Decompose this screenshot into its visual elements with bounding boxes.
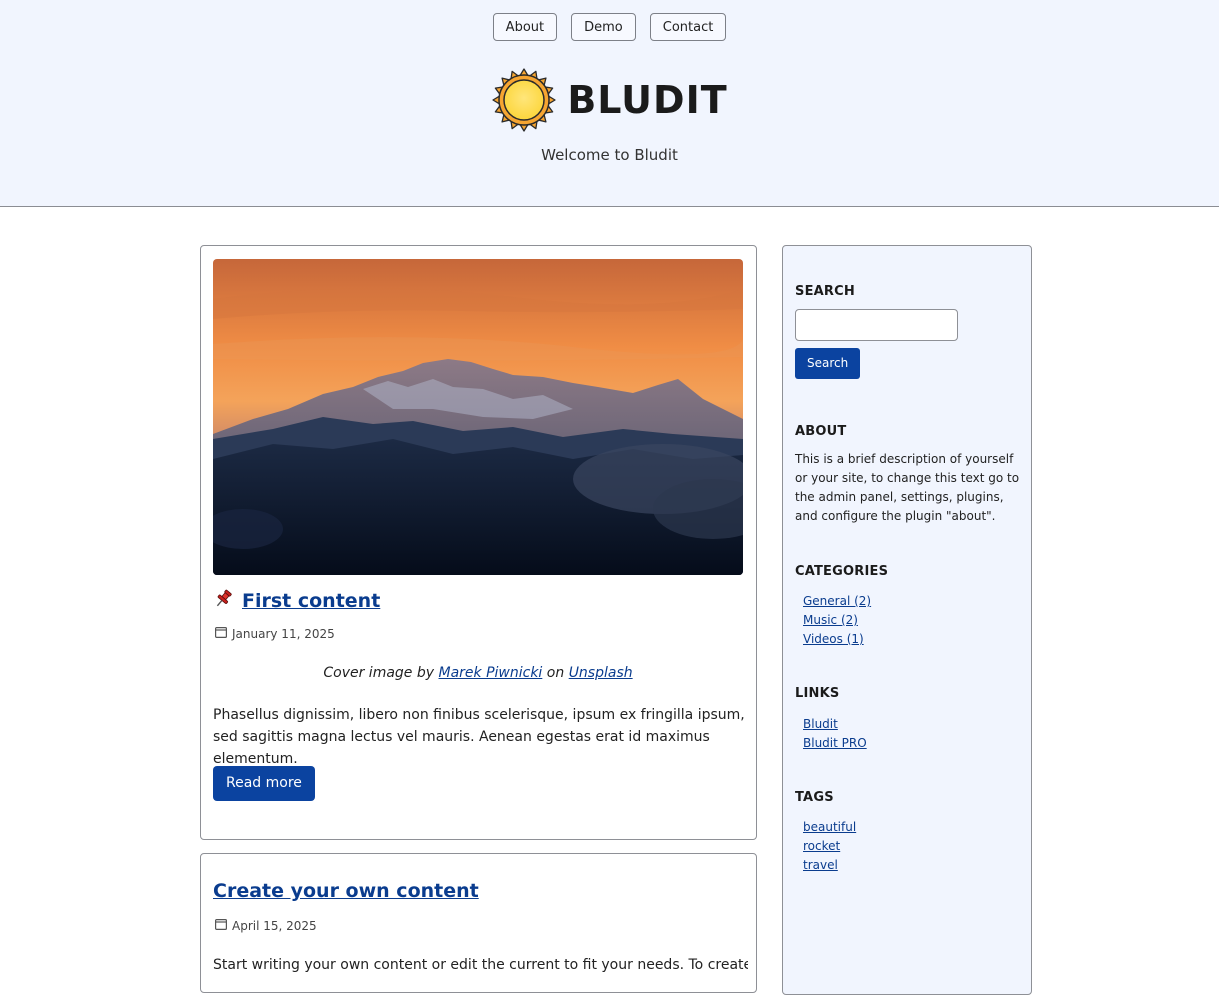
category-link-music[interactable]: Music (2) xyxy=(803,613,858,627)
cover-caption: Cover image by Marek Piwnicki on Unsplas… xyxy=(213,665,743,681)
about-heading: ABOUT xyxy=(795,424,847,439)
post-excerpt: Phasellus dignissim, libero non finibus … xyxy=(213,707,745,767)
post-title-row: First content xyxy=(213,588,380,613)
site-tagline: Welcome to Bludit xyxy=(541,146,678,164)
post-title-link[interactable]: Create your own content xyxy=(213,880,479,902)
list-item: Bludit PRO xyxy=(803,734,867,753)
list-item: travel xyxy=(803,856,856,875)
tag-link-beautiful[interactable]: beautiful xyxy=(803,820,856,834)
cover-image[interactable] xyxy=(213,259,743,575)
list-item: Videos (1) xyxy=(803,630,871,649)
top-nav: About Demo Contact xyxy=(0,13,1219,41)
post-date-text: January 11, 2025 xyxy=(232,626,335,641)
list-item: Bludit xyxy=(803,715,867,734)
post-card: Create your own content April 15, 2025 S… xyxy=(200,853,757,993)
nav-demo-button[interactable]: Demo xyxy=(571,13,636,41)
tags-list: beautiful rocket travel xyxy=(803,818,856,875)
nav-contact-button[interactable]: Contact xyxy=(649,13,727,41)
site-header: About Demo Contact BLUDIT Welcome to Blu… xyxy=(0,0,1219,207)
sun-icon xyxy=(491,67,557,133)
search-button[interactable]: Search xyxy=(795,348,861,379)
post-excerpt: Start writing your own content or edit t… xyxy=(213,957,748,973)
pin-icon xyxy=(213,588,234,613)
list-item: beautiful xyxy=(803,818,856,837)
post-title-row: Create your own content xyxy=(213,880,479,902)
tag-link-travel[interactable]: travel xyxy=(803,858,838,872)
list-item: General (2) xyxy=(803,592,871,611)
category-link-videos[interactable]: Videos (1) xyxy=(803,632,864,646)
categories-list: General (2) Music (2) Videos (1) xyxy=(803,592,871,649)
caption-mid: on xyxy=(546,665,565,681)
list-item: Music (2) xyxy=(803,611,871,630)
calendar-icon xyxy=(215,626,228,641)
category-link-general[interactable]: General (2) xyxy=(803,594,871,608)
caption-author-link[interactable]: Marek Piwnicki xyxy=(439,665,543,681)
tag-link-rocket[interactable]: rocket xyxy=(803,839,840,853)
post-card: First content January 11, 2025 Cover ima… xyxy=(200,245,757,840)
post-date: April 15, 2025 xyxy=(215,918,317,933)
post-date-text: April 15, 2025 xyxy=(232,918,317,933)
tags-heading: TAGS xyxy=(795,790,834,805)
categories-heading: CATEGORIES xyxy=(795,564,889,579)
calendar-icon xyxy=(215,918,228,933)
sidebar: SEARCH Search ABOUT This is a brief desc… xyxy=(782,245,1032,995)
link-bludit-pro[interactable]: Bludit PRO xyxy=(803,736,867,750)
caption-site-link[interactable]: Unsplash xyxy=(569,665,633,681)
post-title-link[interactable]: First content xyxy=(242,590,380,612)
links-list: Bludit Bludit PRO xyxy=(803,715,867,753)
read-more-button[interactable]: Read more xyxy=(213,766,315,801)
link-bludit[interactable]: Bludit xyxy=(803,717,838,731)
post-date: January 11, 2025 xyxy=(215,626,335,641)
caption-prefix: Cover image by xyxy=(323,665,435,681)
search-heading: SEARCH xyxy=(795,284,855,299)
list-item: rocket xyxy=(803,837,856,856)
search-input[interactable] xyxy=(795,309,958,341)
site-title: BLUDIT xyxy=(567,78,728,122)
nav-about-button[interactable]: About xyxy=(492,13,558,41)
about-text: This is a brief description of yourself … xyxy=(795,452,1020,523)
brand[interactable]: BLUDIT xyxy=(0,67,1219,133)
links-heading: LINKS xyxy=(795,686,840,701)
